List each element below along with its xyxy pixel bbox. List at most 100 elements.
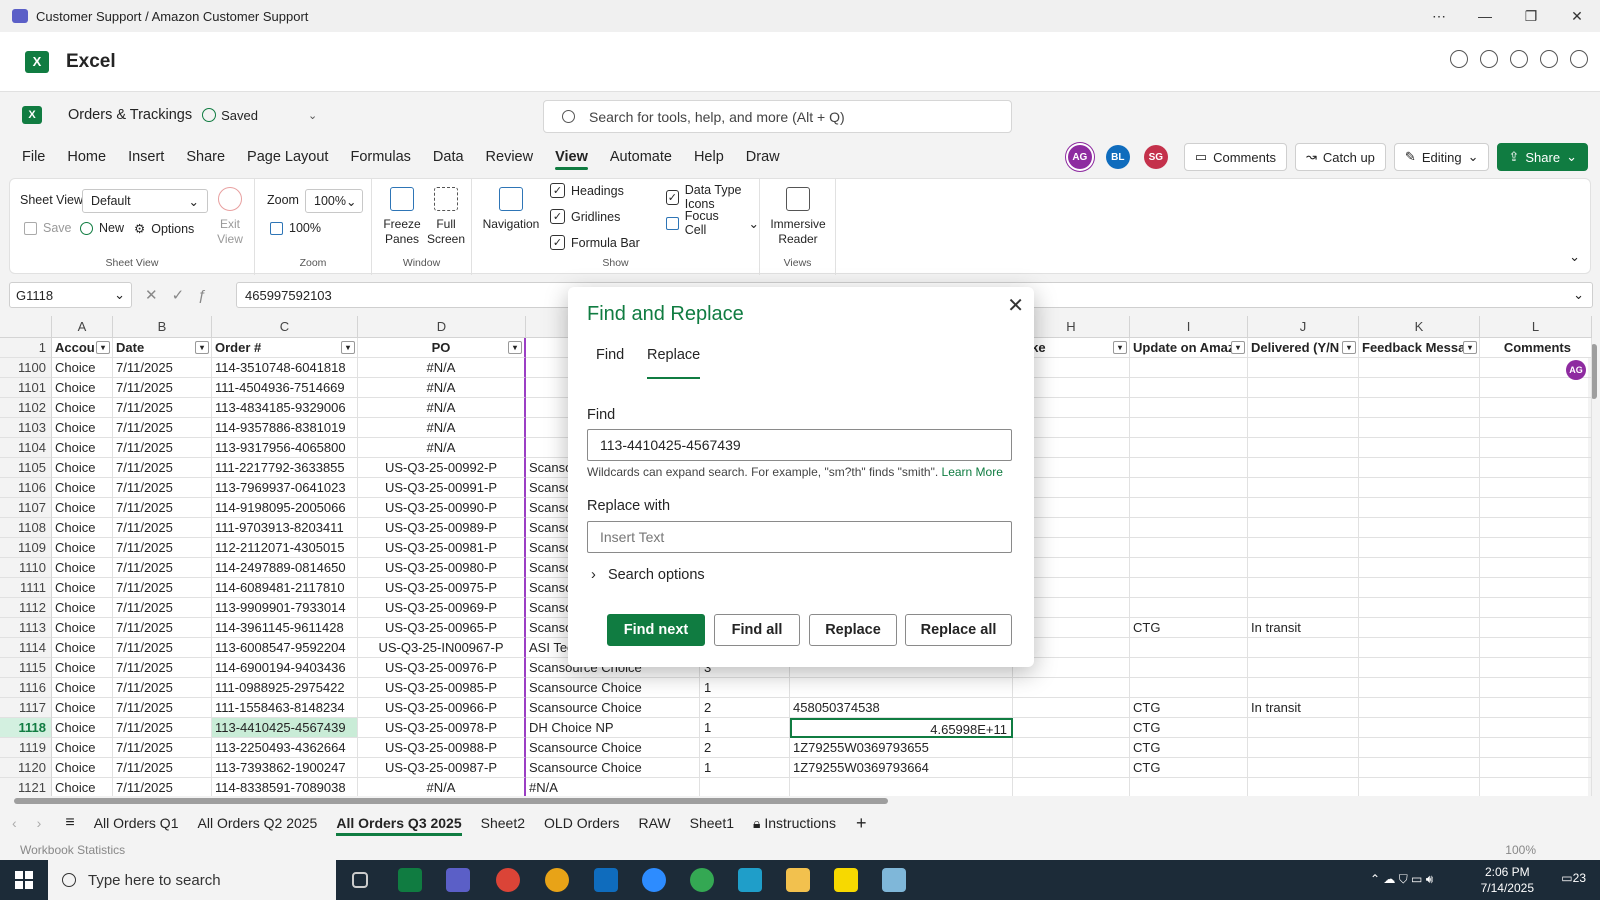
all-sheets-icon[interactable]: ≡: [65, 814, 74, 832]
cell[interactable]: CTG: [1130, 738, 1248, 758]
filter-dropdown-icon[interactable]: ▾: [1231, 341, 1245, 354]
cell[interactable]: 111-0988925-2975422: [212, 678, 358, 698]
cell[interactable]: [1359, 378, 1480, 398]
cell[interactable]: [1013, 738, 1130, 758]
cell[interactable]: [1013, 678, 1130, 698]
cell[interactable]: Choice: [52, 458, 113, 478]
cell[interactable]: 7/11/2025: [113, 438, 212, 458]
cell[interactable]: [1359, 698, 1480, 718]
cell[interactable]: [1130, 478, 1248, 498]
cell[interactable]: 113-7393862-1900247: [212, 758, 358, 778]
cell[interactable]: US-Q3-25-00987-P: [358, 758, 526, 778]
replace-input[interactable]: Insert Text: [587, 521, 1012, 553]
row-number[interactable]: 1107: [0, 498, 52, 518]
row-number[interactable]: 1116: [0, 678, 52, 698]
replace-button[interactable]: Replace: [809, 614, 897, 646]
sheet-tab[interactable]: All Orders Q1: [94, 806, 179, 840]
cell[interactable]: [1480, 658, 1592, 678]
cell[interactable]: 113-2250493-4362664: [212, 738, 358, 758]
save-view-button[interactable]: Save: [24, 221, 72, 235]
cell[interactable]: [1130, 518, 1248, 538]
cell[interactable]: [1359, 738, 1480, 758]
gridlines-checkbox[interactable]: ✓ Gridlines: [550, 209, 620, 224]
tab-share[interactable]: Share: [186, 138, 225, 176]
refresh-icon[interactable]: [1480, 50, 1498, 68]
cell[interactable]: [1359, 458, 1480, 478]
column-title[interactable]: Update on Amaz ▾: [1130, 338, 1248, 358]
tab-page-layout[interactable]: Page Layout: [247, 138, 328, 176]
cell[interactable]: [1480, 678, 1592, 698]
cell[interactable]: [1248, 498, 1359, 518]
taskbar-search[interactable]: Type here to search: [48, 860, 336, 900]
cell[interactable]: [1013, 758, 1130, 778]
cell[interactable]: [1359, 498, 1480, 518]
cell[interactable]: 113-4834185-9329006: [212, 398, 358, 418]
cell[interactable]: [1248, 478, 1359, 498]
cell[interactable]: [1248, 718, 1359, 738]
sheet-tab[interactable]: 🔒︎ Instructions: [753, 806, 836, 840]
cell[interactable]: 7/11/2025: [113, 718, 212, 738]
tab-data[interactable]: Data: [433, 138, 464, 176]
prev-sheet-icon[interactable]: ‹: [12, 815, 17, 831]
replace-all-button[interactable]: Replace all: [905, 614, 1012, 646]
cell[interactable]: [1359, 778, 1480, 796]
cell[interactable]: [1359, 578, 1480, 598]
cell[interactable]: [1248, 758, 1359, 778]
cell[interactable]: [1359, 438, 1480, 458]
column-title[interactable]: Date ▾: [113, 338, 212, 358]
shield-icon[interactable]: [1570, 50, 1588, 68]
cell[interactable]: 111-9703913-8203411: [212, 518, 358, 538]
cell[interactable]: [700, 778, 790, 796]
row-number[interactable]: 1108: [0, 518, 52, 538]
cell[interactable]: [1480, 718, 1592, 738]
cell[interactable]: [1480, 378, 1592, 398]
column-header[interactable]: D: [358, 316, 526, 338]
cell[interactable]: [1480, 618, 1592, 638]
catch-up-button[interactable]: ↝ Catch up: [1294, 143, 1386, 171]
editing-mode-button[interactable]: ✎ Editing ⌄: [1393, 143, 1490, 171]
cell[interactable]: 114-6089481-2117810: [212, 578, 358, 598]
cell[interactable]: [1359, 478, 1480, 498]
cell[interactable]: Choice: [52, 738, 113, 758]
cell[interactable]: 7/11/2025: [113, 478, 212, 498]
outlook-icon[interactable]: [594, 868, 618, 892]
cell[interactable]: 2: [700, 738, 790, 758]
cell[interactable]: Choice: [52, 658, 113, 678]
cell[interactable]: [1480, 698, 1592, 718]
exit-view-button[interactable]: Exit View: [210, 187, 250, 247]
row-number[interactable]: 1103: [0, 418, 52, 438]
notepad-icon[interactable]: [882, 868, 906, 892]
cell[interactable]: 7/11/2025: [113, 698, 212, 718]
cell[interactable]: [1480, 518, 1592, 538]
cell[interactable]: Choice: [52, 758, 113, 778]
cell[interactable]: 113-9909901-7933014: [212, 598, 358, 618]
column-title[interactable]: Feedback Messa ▾: [1359, 338, 1480, 358]
avatar[interactable]: AG: [1566, 360, 1586, 380]
tab-insert[interactable]: Insert: [128, 138, 164, 176]
find-all-button[interactable]: Find all: [714, 614, 800, 646]
cell[interactable]: [1248, 658, 1359, 678]
cell[interactable]: #N/A: [358, 778, 526, 796]
tab-replace[interactable]: Replace: [647, 347, 701, 379]
avatar[interactable]: BL: [1105, 145, 1130, 169]
chat-icon[interactable]: [1450, 50, 1468, 68]
chevron-down-icon[interactable]: ⌄: [308, 109, 317, 122]
cell[interactable]: [1359, 618, 1480, 638]
cell[interactable]: 7/11/2025: [113, 678, 212, 698]
row-number[interactable]: 1112: [0, 598, 52, 618]
cell[interactable]: [1480, 758, 1592, 778]
cell[interactable]: [1480, 578, 1592, 598]
cell[interactable]: [1480, 458, 1592, 478]
cell[interactable]: [1013, 698, 1130, 718]
cell[interactable]: 111-4504936-7514669: [212, 378, 358, 398]
cell[interactable]: #N/A: [358, 418, 526, 438]
cell[interactable]: 7/11/2025: [113, 578, 212, 598]
cell[interactable]: 7/11/2025: [113, 778, 212, 796]
sheet-tab[interactable]: Sheet1: [690, 806, 734, 840]
formula-bar-checkbox[interactable]: ✓ Formula Bar: [550, 235, 640, 250]
cell[interactable]: [1359, 658, 1480, 678]
cell[interactable]: US-Q3-25-00976-P: [358, 658, 526, 678]
cell[interactable]: #N/A: [358, 398, 526, 418]
column-header[interactable]: K: [1359, 316, 1480, 338]
cell[interactable]: Choice: [52, 638, 113, 658]
